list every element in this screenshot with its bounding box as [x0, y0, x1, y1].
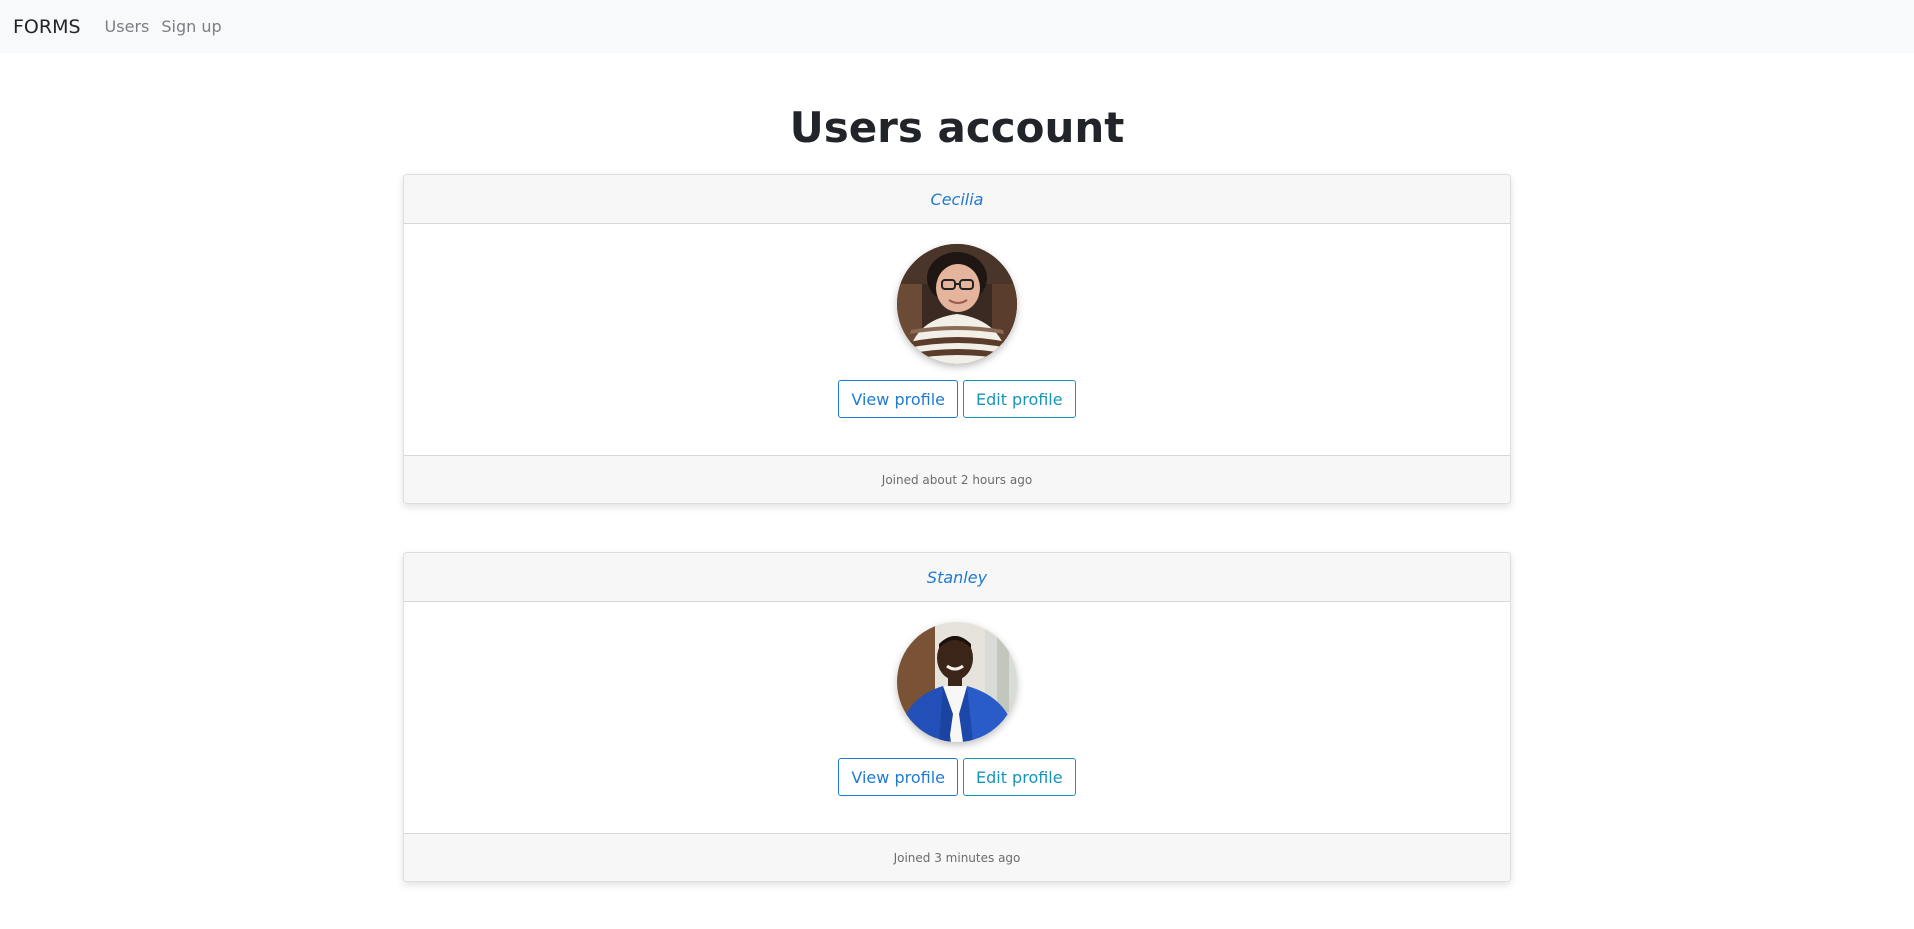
edit-profile-button[interactable]: Edit profile [962, 758, 1076, 796]
user-card: Stanley View profile Edit profile Joined… [403, 552, 1511, 882]
avatar-photo [897, 622, 1017, 742]
card-footer: Joined about 2 hours ago [404, 455, 1510, 503]
card-body: View profile Edit profile [404, 224, 1510, 455]
avatar [897, 244, 1017, 364]
view-profile-button[interactable]: View profile [838, 380, 958, 418]
card-footer: Joined 3 minutes ago [404, 833, 1510, 881]
card-header: Stanley [404, 553, 1510, 602]
nav-link-sign-up[interactable]: Sign up [161, 17, 221, 36]
card-actions: View profile Edit profile [838, 758, 1076, 796]
avatar [897, 622, 1017, 742]
card-actions: View profile Edit profile [838, 380, 1076, 418]
page-header: Users account [0, 100, 1914, 156]
page-title: Users account [789, 103, 1125, 152]
navbar: FORMS Users Sign up [0, 0, 1914, 53]
user-card: Cecilia View profile Edit profile Joined… [403, 174, 1511, 504]
joined-text: Joined 3 minutes ago [893, 850, 1021, 865]
avatar-photo [897, 244, 1017, 364]
edit-profile-button[interactable]: Edit profile [962, 380, 1076, 418]
card-body: View profile Edit profile [404, 602, 1510, 833]
brand-link[interactable]: FORMS [13, 16, 81, 38]
joined-text: Joined about 2 hours ago [881, 472, 1033, 487]
user-name-link[interactable]: Stanley [927, 568, 987, 587]
card-header: Cecilia [404, 175, 1510, 224]
nav-link-users[interactable]: Users [105, 17, 150, 36]
user-name-link[interactable]: Cecilia [931, 190, 984, 209]
view-profile-button[interactable]: View profile [838, 758, 958, 796]
